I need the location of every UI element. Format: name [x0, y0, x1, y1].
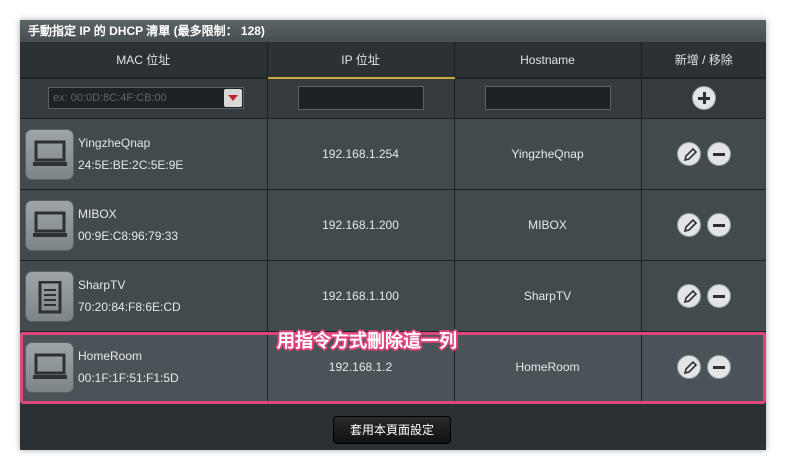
table-row: MIBOX 00:9E:C8:96:79:33 192.168.1.200 MI… — [20, 189, 766, 261]
client-ip: 192.168.1.200 — [267, 189, 455, 261]
remove-minus-icon[interactable] — [706, 283, 731, 308]
remove-minus-icon[interactable] — [706, 141, 731, 166]
client-cell: YingzheQnap 24:5E:BE:2C:5E:9E — [20, 118, 268, 190]
add-plus-icon[interactable] — [691, 86, 716, 111]
header-ip[interactable]: IP 位址 — [267, 42, 455, 79]
client-cell: SharpTV 70:20:84:F8:6E:CD — [20, 260, 268, 332]
laptop-icon[interactable] — [25, 128, 74, 180]
client-mac: 00:1F:1F:51:F1:5D — [78, 370, 179, 385]
new-entry-row: ex: 00:0D:8C:4F:CB:00 — [20, 78, 766, 119]
edit-pencil-icon[interactable] — [676, 212, 701, 237]
client-hostname: MIBOX — [454, 189, 642, 261]
table-row: YingzheQnap 24:5E:BE:2C:5E:9E 192.168.1.… — [20, 118, 766, 190]
action-cell — [641, 260, 766, 332]
annotation-label: 用指令方式刪除這一列 — [277, 331, 457, 352]
client-name: HomeRoom — [78, 348, 143, 363]
ip-address-input[interactable] — [297, 86, 424, 111]
table-header-row: MAC 位址 IP 位址 Hostname 新增 / 移除 — [20, 42, 766, 79]
apply-settings-button[interactable]: 套用本頁面設定 — [333, 416, 451, 444]
edit-pencil-icon[interactable] — [676, 354, 701, 379]
add-cell — [641, 78, 766, 119]
mac-placeholder: ex: 00:0D:8C:4F:CB:00 — [53, 92, 167, 105]
hostname-input-cell — [454, 78, 642, 119]
dhcp-static-list-panel: 手動指定 IP 的 DHCP 清單 (最多限制： 128) MAC 位址 IP … — [20, 20, 766, 450]
edit-pencil-icon[interactable] — [676, 283, 701, 308]
laptop-icon[interactable] — [25, 341, 74, 393]
ip-input-cell — [267, 78, 455, 119]
client-name: YingzheQnap — [78, 135, 151, 150]
hostname-input[interactable] — [484, 86, 611, 111]
mac-address-combobox[interactable]: ex: 00:0D:8C:4F:CB:00 — [48, 87, 244, 110]
client-hostname: SharpTV — [454, 260, 642, 332]
client-name: MIBOX — [78, 206, 117, 221]
client-hostname: YingzheQnap — [454, 118, 642, 190]
table-row: SharpTV 70:20:84:F8:6E:CD 192.168.1.100 … — [20, 260, 766, 332]
edit-pencil-icon[interactable] — [676, 141, 701, 166]
client-name: SharpTV — [78, 277, 126, 292]
remove-minus-icon[interactable] — [706, 212, 731, 237]
header-action: 新增 / 移除 — [641, 42, 766, 79]
client-mac: 00:9E:C8:96:79:33 — [78, 228, 179, 243]
client-mac: 70:20:84:F8:6E:CD — [78, 299, 181, 314]
footer-bar: 套用本頁面設定 — [20, 405, 766, 450]
action-cell — [641, 331, 766, 403]
client-ip: 192.168.1.254 — [267, 118, 455, 190]
mac-input-cell: ex: 00:0D:8C:4F:CB:00 — [20, 78, 268, 119]
header-hostname: Hostname — [454, 42, 642, 79]
client-cell: HomeRoom 00:1F:1F:51:F1:5D — [20, 331, 268, 403]
dropdown-arrow-icon[interactable] — [224, 89, 242, 108]
client-ip: 192.168.1.100 — [267, 260, 455, 332]
client-cell: MIBOX 00:9E:C8:96:79:33 — [20, 189, 268, 261]
header-mac: MAC 位址 — [20, 42, 268, 79]
panel-title: 手動指定 IP 的 DHCP 清單 (最多限制： 128) — [20, 20, 766, 42]
remove-minus-icon[interactable] — [706, 354, 731, 379]
document-device-icon[interactable] — [25, 270, 74, 322]
laptop-icon[interactable] — [25, 199, 74, 251]
action-cell — [641, 189, 766, 261]
client-mac: 24:5E:BE:2C:5E:9E — [78, 157, 184, 172]
client-hostname: HomeRoom — [454, 331, 642, 403]
action-cell — [641, 118, 766, 190]
